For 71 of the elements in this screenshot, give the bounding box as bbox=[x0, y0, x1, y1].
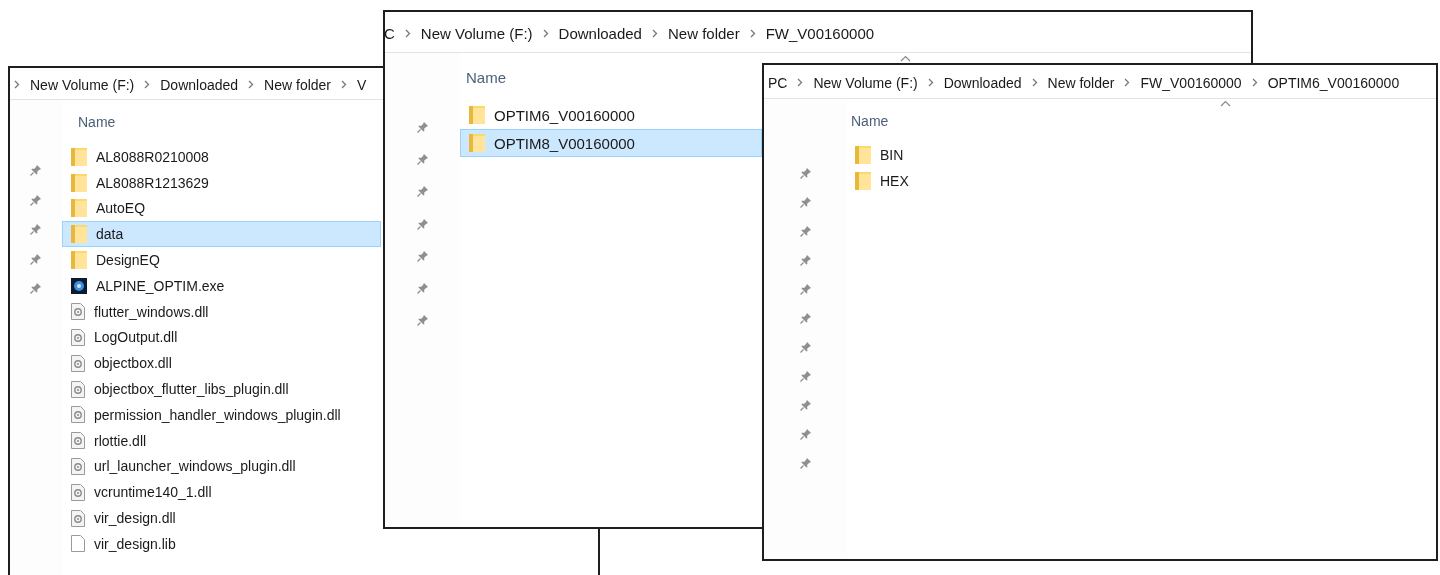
file-row[interactable]: HEX bbox=[847, 168, 1236, 194]
breadcrumb[interactable]: FW_V00160000 bbox=[765, 24, 875, 42]
file-row[interactable]: objectbox_flutter_libs_plugin.dll bbox=[62, 376, 381, 402]
file-row[interactable]: data bbox=[62, 221, 381, 248]
settings-file-icon bbox=[71, 457, 85, 475]
breadcrumb[interactable]: Downloaded bbox=[160, 76, 239, 93]
column-header[interactable]: Name bbox=[466, 68, 506, 86]
file-row[interactable]: objectbox.dll bbox=[62, 350, 381, 377]
file-row[interactable]: OPTIM6_V00160000 bbox=[460, 101, 762, 129]
chevron-icon bbox=[1031, 78, 1038, 87]
settings-file-icon bbox=[71, 483, 85, 501]
chevron-icon bbox=[749, 28, 756, 38]
breadcrumb[interactable]: New Volume (F:) bbox=[813, 74, 918, 91]
folder-icon bbox=[855, 145, 871, 165]
chevron-icon bbox=[927, 78, 934, 87]
settings-file-icon bbox=[71, 303, 85, 321]
chevron-icon bbox=[1251, 78, 1258, 87]
breadcrumb[interactable]: New folder bbox=[667, 24, 740, 42]
settings-file-icon bbox=[71, 354, 85, 372]
folder-icon bbox=[71, 224, 87, 245]
breadcrumb[interactable]: V bbox=[357, 76, 367, 93]
file-row[interactable]: AutoEQ bbox=[62, 195, 381, 222]
breadcrumb[interactable]: New folder bbox=[1047, 74, 1115, 91]
settings-file-icon bbox=[71, 509, 85, 527]
settings-file-icon bbox=[71, 432, 85, 450]
file-row[interactable]: url_launcher_windows_plugin.dll bbox=[62, 453, 381, 480]
settings-file-icon bbox=[71, 406, 85, 424]
folder-icon bbox=[71, 146, 87, 167]
folder-icon bbox=[71, 198, 87, 219]
folder-icon bbox=[469, 133, 485, 153]
chevron-icon bbox=[797, 78, 804, 87]
folder-icon bbox=[469, 105, 485, 125]
settings-file-icon bbox=[71, 328, 85, 346]
breadcrumb[interactable]: New folder bbox=[264, 76, 331, 93]
chevron-icon bbox=[651, 28, 658, 38]
chevron-icon bbox=[404, 28, 411, 38]
address-bar[interactable]: C New Volume (F:) Downloaded New folder FW_V00160000 bbox=[385, 12, 1251, 53]
chevron-icon bbox=[341, 80, 347, 89]
chevron-icon bbox=[1124, 78, 1131, 87]
file-row[interactable]: LogOutput.dll bbox=[62, 324, 381, 351]
column-header[interactable]: Name bbox=[78, 114, 116, 130]
column-header[interactable]: Name bbox=[851, 112, 889, 129]
folder-icon bbox=[855, 171, 871, 191]
file-row[interactable]: BIN bbox=[847, 142, 1236, 168]
breadcrumb[interactable]: Downloaded bbox=[558, 24, 642, 42]
folder-icon bbox=[71, 172, 87, 193]
file-row[interactable]: rlottie.dll bbox=[62, 427, 381, 454]
file-row[interactable]: OPTIM8_V00160000 bbox=[460, 129, 762, 157]
breadcrumb[interactable]: PC bbox=[768, 74, 788, 91]
file-row[interactable]: flutter_windows.dll bbox=[62, 298, 381, 325]
breadcrumb[interactable]: New Volume (F:) bbox=[30, 76, 135, 93]
file-row[interactable]: AL8088R1213629 bbox=[62, 169, 381, 196]
breadcrumb[interactable]: OPTIM6_V00160000 bbox=[1267, 74, 1400, 91]
breadcrumb[interactable]: FW_V00160000 bbox=[1140, 74, 1242, 91]
file-row[interactable]: vir_design.dll bbox=[62, 505, 381, 531]
file-row[interactable]: permission_handler_windows_plugin.dll bbox=[62, 401, 381, 428]
file-row[interactable]: ALPINE_OPTIM.exe bbox=[62, 273, 381, 299]
file-row[interactable]: DesignEQ bbox=[62, 247, 381, 273]
file-icon bbox=[71, 535, 85, 553]
chevron-icon bbox=[542, 28, 549, 38]
breadcrumb[interactable]: New Volume (F:) bbox=[420, 24, 533, 42]
app-icon bbox=[71, 277, 87, 294]
file-row[interactable]: vir_design.lib bbox=[62, 530, 381, 557]
file-row[interactable]: vcruntime140_1.dll bbox=[62, 479, 381, 506]
file-row[interactable]: AL8088R0210008 bbox=[62, 144, 381, 170]
settings-file-icon bbox=[71, 380, 85, 398]
folder-icon bbox=[71, 250, 87, 271]
chevron-icon bbox=[248, 80, 255, 89]
breadcrumb[interactable]: Downloaded bbox=[943, 74, 1022, 91]
breadcrumb[interactable]: C bbox=[385, 24, 395, 42]
chevron-icon bbox=[144, 80, 151, 89]
